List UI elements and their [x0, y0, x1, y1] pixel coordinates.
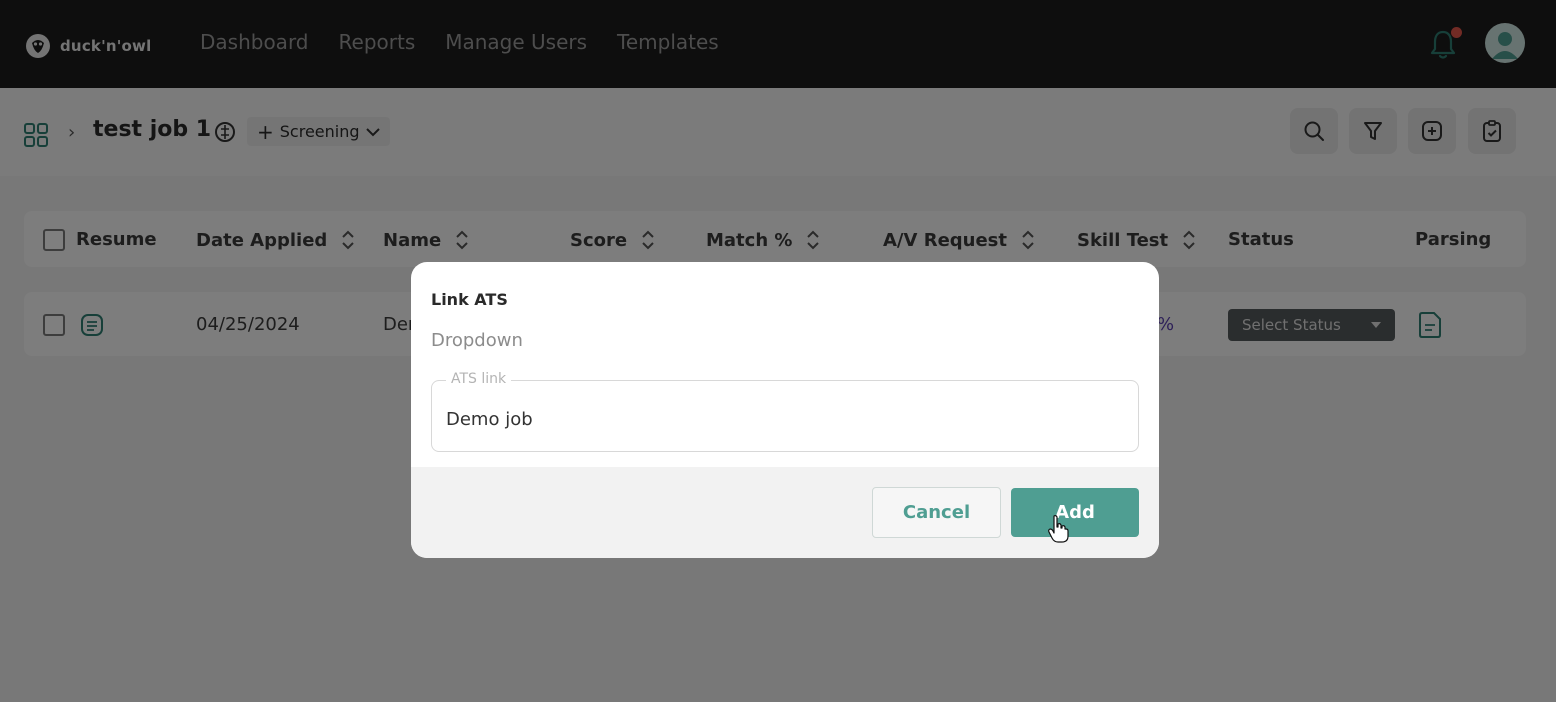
add-button[interactable]: Add — [1011, 488, 1139, 537]
ats-link-field[interactable]: ATS link — [431, 371, 1139, 452]
ats-link-label: ATS link — [446, 371, 512, 387]
ats-link-input[interactable] — [446, 409, 1116, 430]
hand-pointer-cursor-icon — [1048, 515, 1069, 543]
cancel-button[interactable]: Cancel — [872, 487, 1001, 538]
dialog-subtitle: Dropdown — [431, 330, 523, 351]
dialog-title: Link ATS — [431, 290, 508, 309]
dialog-footer: Cancel Add — [411, 467, 1159, 558]
